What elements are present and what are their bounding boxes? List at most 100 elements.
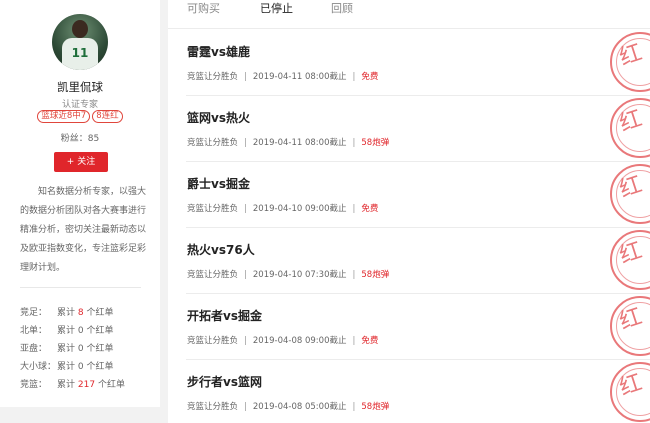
stat-label: 竞足： <box>20 308 48 318</box>
plan-meta: 竞篮让分胜负 | 2019-04-10 07:30截止 | 58炮弹 <box>187 268 389 280</box>
stat-label: 大小球： <box>20 362 57 372</box>
deadline: 2019-04-10 07:30截止 <box>252 270 347 280</box>
stat-suffix: 个红单 <box>97 380 125 390</box>
record-tag: 篮球近8中7 <box>37 110 91 123</box>
meta-separator: | <box>352 138 356 148</box>
meta-separator: | <box>244 72 247 82</box>
stat-count: 0 <box>77 362 84 372</box>
stat-prefix: 累计 <box>57 326 76 336</box>
price: 58炮弹 <box>361 402 390 412</box>
plan-meta: 竞篮让分胜负 | 2019-04-08 09:00截止 | 免费 <box>187 334 378 346</box>
stat-prefix: 累计 <box>57 308 76 318</box>
fans-label: 粉丝： <box>60 134 88 144</box>
match-title[interactable]: 雷霆vs雄鹿 <box>187 43 250 60</box>
stat-row: 北单： 累计 0 个红单 <box>20 322 125 340</box>
plan-list-item[interactable]: 热火vs76人竞篮让分胜负 | 2019-04-10 07:30截止 | 58炮弹 红 <box>168 228 650 294</box>
red-stamp-icon: 红 <box>610 164 650 224</box>
deadline: 2019-04-08 09:00截止 <box>252 336 347 346</box>
price: 58炮弹 <box>361 138 390 148</box>
red-stamp-icon: 红 <box>610 98 650 158</box>
fans-value: 85 <box>87 134 100 144</box>
streak-tag: 8连红 <box>92 110 123 123</box>
plan-list-item[interactable]: 篮网vs热火竞篮让分胜负 | 2019-04-11 08:00截止 | 58炮弹 红 <box>168 96 650 162</box>
expert-profile-card: 11 凯里侃球 认证专家 篮球近8中7 8连红 粉丝：85 + 关注 知名数据分… <box>0 0 160 407</box>
stat-row: 竞篮： 累计 217 个红单 <box>20 376 125 394</box>
stat-suffix: 个红单 <box>86 308 114 318</box>
stat-row: 竞足： 累计 8 个红单 <box>20 304 125 322</box>
expert-name: 凯里侃球 <box>57 80 103 94</box>
plan-list-item[interactable]: 开拓者vs掘金竞篮让分胜负 | 2019-04-08 09:00截止 | 免费 红 <box>168 294 650 360</box>
deadline: 2019-04-08 05:00截止 <box>252 402 347 412</box>
plan-meta: 竞篮让分胜负 | 2019-04-08 05:00截止 | 58炮弹 <box>187 400 389 412</box>
price: 免费 <box>361 204 379 214</box>
tab-review[interactable]: 回顾 <box>331 0 353 18</box>
meta-separator: | <box>352 72 356 82</box>
stat-label: 亚盘： <box>20 344 48 354</box>
play-type: 竞篮让分胜负 <box>187 72 239 82</box>
stat-label: 北单： <box>20 326 48 336</box>
stat-count: 0 <box>77 344 84 354</box>
match-title[interactable]: 篮网vs热火 <box>187 109 250 126</box>
red-stamp-icon: 红 <box>610 32 650 92</box>
play-type: 竞篮让分胜负 <box>187 336 239 346</box>
divider <box>20 287 141 288</box>
stat-label: 竞篮： <box>20 380 48 390</box>
red-stamp-icon: 红 <box>610 230 650 290</box>
plan-meta: 竞篮让分胜负 | 2019-04-11 08:00截止 | 免费 <box>187 70 378 82</box>
meta-separator: | <box>244 336 247 346</box>
stat-suffix: 个红单 <box>86 344 114 354</box>
fans-count: 粉丝：85 <box>0 131 160 144</box>
tab-available[interactable]: 可购买 <box>187 0 220 18</box>
meta-separator: | <box>244 204 247 214</box>
expert-tags: 篮球近8中7 8连红 <box>0 110 160 123</box>
stat-prefix: 累计 <box>57 362 76 372</box>
meta-separator: | <box>352 336 356 346</box>
meta-separator: | <box>352 402 356 412</box>
follow-button[interactable]: + 关注 <box>54 152 108 172</box>
stat-prefix: 累计 <box>57 380 76 390</box>
avatar[interactable]: 11 <box>52 14 108 70</box>
plan-meta: 竞篮让分胜负 | 2019-04-11 08:00截止 | 58炮弹 <box>187 136 389 148</box>
stat-suffix: 个红单 <box>86 362 114 372</box>
certification-label: 认证专家 <box>61 100 98 110</box>
plan-list-item[interactable]: 爵士vs掘金竞篮让分胜负 | 2019-04-10 09:00截止 | 免费 红 <box>168 162 650 228</box>
match-title[interactable]: 步行者vs篮网 <box>187 373 262 390</box>
deadline: 2019-04-10 09:00截止 <box>252 204 347 214</box>
play-type: 竞篮让分胜负 <box>187 204 239 214</box>
plan-list-item[interactable]: 步行者vs篮网竞篮让分胜负 | 2019-04-08 05:00截止 | 58炮弹 红 <box>168 360 650 423</box>
stat-prefix: 累计 <box>57 344 76 354</box>
tab-stopped[interactable]: 已停止 <box>260 0 293 18</box>
match-title[interactable]: 爵士vs掘金 <box>187 175 250 192</box>
deadline: 2019-04-11 08:00截止 <box>252 72 347 82</box>
match-title[interactable]: 开拓者vs掘金 <box>187 307 262 324</box>
stat-row: 大小球：累计 0 个红单 <box>20 358 125 376</box>
red-record-stats: 竞足： 累计 8 个红单 北单： 累计 0 个红单 亚盘： 累计 0 个红单 大小球：累计 … <box>20 304 125 394</box>
avatar-jersey: 11 <box>62 38 98 70</box>
red-stamp-icon: 红 <box>610 296 650 356</box>
meta-separator: | <box>244 270 247 280</box>
play-type: 竞篮让分胜负 <box>187 270 239 280</box>
stat-suffix: 个红单 <box>86 326 114 336</box>
meta-separator: | <box>244 138 247 148</box>
stat-count: 8 <box>77 308 84 318</box>
red-stamp-icon: 红 <box>610 362 650 422</box>
stat-row: 亚盘： 累计 0 个红单 <box>20 340 125 358</box>
stat-count: 217 <box>77 380 96 390</box>
stat-count: 0 <box>77 326 84 336</box>
plan-meta: 竞篮让分胜负 | 2019-04-10 09:00截止 | 免费 <box>187 202 378 214</box>
plan-list-item[interactable]: 雷霆vs雄鹿竞篮让分胜负 | 2019-04-11 08:00截止 | 免费 红 <box>168 30 650 96</box>
price: 免费 <box>361 336 379 346</box>
price: 58炮弹 <box>361 270 390 280</box>
price: 免费 <box>361 72 379 82</box>
avatar-head <box>72 20 88 38</box>
expert-bio: 知名数据分析专家，以强大的数据分析团队对各大赛事进行精准分析，密切关注最新动态以… <box>20 187 147 273</box>
play-type: 竞篮让分胜负 <box>187 402 239 412</box>
play-type: 竞篮让分胜负 <box>187 138 239 148</box>
plan-tabs: 可购买 已停止 回顾 <box>168 0 650 29</box>
deadline: 2019-04-11 08:00截止 <box>252 138 347 148</box>
plan-list-panel: 可购买 已停止 回顾 雷霆vs雄鹿竞篮让分胜负 | 2019-04-11 08:00… <box>168 0 650 423</box>
meta-separator: | <box>352 204 356 214</box>
match-title[interactable]: 热火vs76人 <box>187 241 255 258</box>
meta-separator: | <box>352 270 356 280</box>
meta-separator: | <box>244 402 247 412</box>
